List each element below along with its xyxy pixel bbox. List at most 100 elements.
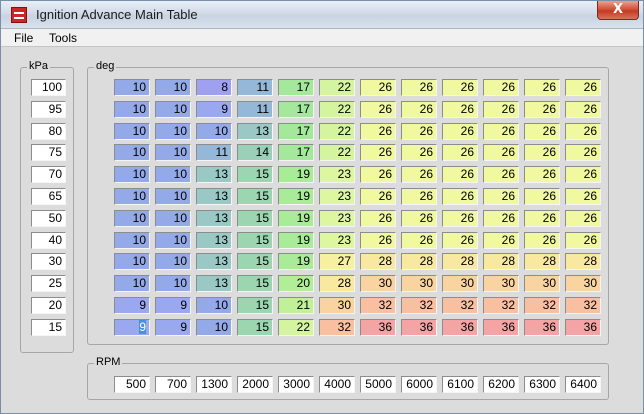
deg-cell[interactable]: 28 — [483, 253, 519, 270]
deg-cell[interactable]: 15 — [237, 232, 273, 249]
deg-cell[interactable]: 22 — [278, 319, 314, 336]
menu-file[interactable]: File — [14, 31, 33, 45]
deg-cell[interactable]: 10 — [196, 297, 232, 314]
deg-cell[interactable]: 22 — [319, 123, 355, 140]
rpm-cell[interactable]: 6400 — [565, 376, 601, 393]
deg-cell[interactable]: 23 — [319, 188, 355, 205]
deg-cell[interactable]: 26 — [565, 79, 601, 96]
deg-cell[interactable]: 9 — [155, 297, 191, 314]
deg-cell[interactable]: 26 — [360, 188, 396, 205]
deg-cell[interactable]: 15 — [237, 188, 273, 205]
deg-cell[interactable]: 10 — [155, 188, 191, 205]
deg-cell[interactable]: 10 — [114, 79, 150, 96]
deg-cell[interactable]: 30 — [401, 275, 437, 292]
deg-cell[interactable]: 9 — [196, 101, 232, 118]
deg-cell[interactable]: 26 — [401, 232, 437, 249]
deg-cell[interactable]: 10 — [155, 210, 191, 227]
deg-cell[interactable]: 26 — [483, 210, 519, 227]
deg-cell[interactable]: 17 — [278, 144, 314, 161]
deg-cell[interactable]: 15 — [237, 166, 273, 183]
kpa-cell[interactable]: 95 — [31, 101, 66, 118]
deg-cell[interactable]: 26 — [360, 232, 396, 249]
rpm-cell[interactable]: 2000 — [237, 376, 273, 393]
deg-cell[interactable]: 10 — [114, 188, 150, 205]
deg-cell[interactable]: 19 — [278, 210, 314, 227]
deg-cell[interactable]: 26 — [401, 210, 437, 227]
deg-cell[interactable]: 11 — [196, 144, 232, 161]
deg-cell[interactable]: 26 — [401, 79, 437, 96]
deg-cell[interactable]: 26 — [524, 166, 560, 183]
deg-cell[interactable]: 36 — [442, 319, 478, 336]
deg-cell[interactable]: 26 — [483, 166, 519, 183]
kpa-cell[interactable]: 15 — [31, 319, 66, 336]
deg-cell[interactable]: 28 — [401, 253, 437, 270]
deg-cell[interactable]: 26 — [360, 166, 396, 183]
deg-cell[interactable]: 26 — [401, 188, 437, 205]
deg-cell[interactable]: 32 — [524, 297, 560, 314]
deg-cell[interactable]: 19 — [278, 232, 314, 249]
deg-cell[interactable]: 26 — [483, 144, 519, 161]
deg-cell[interactable]: 26 — [565, 101, 601, 118]
deg-cell[interactable]: 10 — [155, 101, 191, 118]
deg-cell[interactable]: 30 — [524, 275, 560, 292]
deg-cell[interactable]: 26 — [401, 144, 437, 161]
rpm-cell[interactable]: 1300 — [196, 376, 232, 393]
deg-cell[interactable]: 26 — [524, 79, 560, 96]
deg-cell[interactable]: 10 — [155, 253, 191, 270]
deg-cell[interactable]: 13 — [196, 253, 232, 270]
deg-cell[interactable]: 36 — [524, 319, 560, 336]
deg-cell[interactable]: 32 — [442, 297, 478, 314]
rpm-cell[interactable]: 4000 — [319, 376, 355, 393]
deg-cell[interactable]: 10 — [155, 144, 191, 161]
deg-cell[interactable]: 23 — [319, 232, 355, 249]
deg-cell[interactable]: 26 — [401, 101, 437, 118]
deg-cell[interactable]: 19 — [278, 188, 314, 205]
deg-cell[interactable]: 10 — [114, 166, 150, 183]
deg-cell[interactable]: 26 — [524, 123, 560, 140]
deg-cell[interactable]: 36 — [401, 319, 437, 336]
deg-cell[interactable]: 32 — [360, 297, 396, 314]
deg-cell[interactable]: 27 — [319, 253, 355, 270]
close-button[interactable]: X — [597, 1, 639, 20]
deg-cell[interactable]: 26 — [524, 232, 560, 249]
deg-cell[interactable]: 30 — [565, 275, 601, 292]
deg-cell[interactable]: 32 — [565, 297, 601, 314]
deg-cell[interactable]: 26 — [442, 210, 478, 227]
rpm-cell[interactable]: 6300 — [524, 376, 560, 393]
deg-cell[interactable]: 10 — [155, 232, 191, 249]
kpa-cell[interactable]: 65 — [31, 188, 66, 205]
deg-cell[interactable]: 28 — [565, 253, 601, 270]
deg-cell[interactable]: 26 — [524, 101, 560, 118]
deg-cell[interactable]: 26 — [483, 232, 519, 249]
kpa-cell[interactable]: 100 — [31, 79, 66, 96]
deg-cell[interactable]: 8 — [196, 79, 232, 96]
deg-cell[interactable]: 20 — [278, 275, 314, 292]
deg-cell[interactable]: 26 — [483, 123, 519, 140]
deg-cell[interactable]: 23 — [319, 166, 355, 183]
deg-cell-selected[interactable]: 9 — [114, 319, 150, 336]
deg-cell[interactable]: 10 — [155, 166, 191, 183]
deg-cell[interactable]: 22 — [319, 101, 355, 118]
deg-cell[interactable]: 10 — [155, 275, 191, 292]
deg-cell[interactable]: 11 — [237, 101, 273, 118]
deg-cell[interactable]: 30 — [319, 297, 355, 314]
deg-cell[interactable]: 10 — [114, 101, 150, 118]
deg-cell[interactable]: 26 — [565, 123, 601, 140]
deg-cell[interactable]: 13 — [196, 166, 232, 183]
deg-cell[interactable]: 26 — [442, 79, 478, 96]
deg-cell[interactable]: 17 — [278, 79, 314, 96]
kpa-cell[interactable]: 20 — [31, 297, 66, 314]
deg-cell[interactable]: 13 — [196, 210, 232, 227]
deg-cell[interactable]: 36 — [360, 319, 396, 336]
deg-cell[interactable]: 10 — [114, 123, 150, 140]
deg-cell[interactable]: 36 — [565, 319, 601, 336]
rpm-cell[interactable]: 700 — [155, 376, 191, 393]
deg-cell[interactable]: 13 — [196, 188, 232, 205]
deg-cell[interactable]: 26 — [565, 210, 601, 227]
kpa-cell[interactable]: 70 — [31, 166, 66, 183]
rpm-cell[interactable]: 5000 — [360, 376, 396, 393]
deg-cell[interactable]: 19 — [278, 166, 314, 183]
deg-cell[interactable]: 28 — [319, 275, 355, 292]
kpa-cell[interactable]: 30 — [31, 253, 66, 270]
kpa-cell[interactable]: 40 — [31, 232, 66, 249]
